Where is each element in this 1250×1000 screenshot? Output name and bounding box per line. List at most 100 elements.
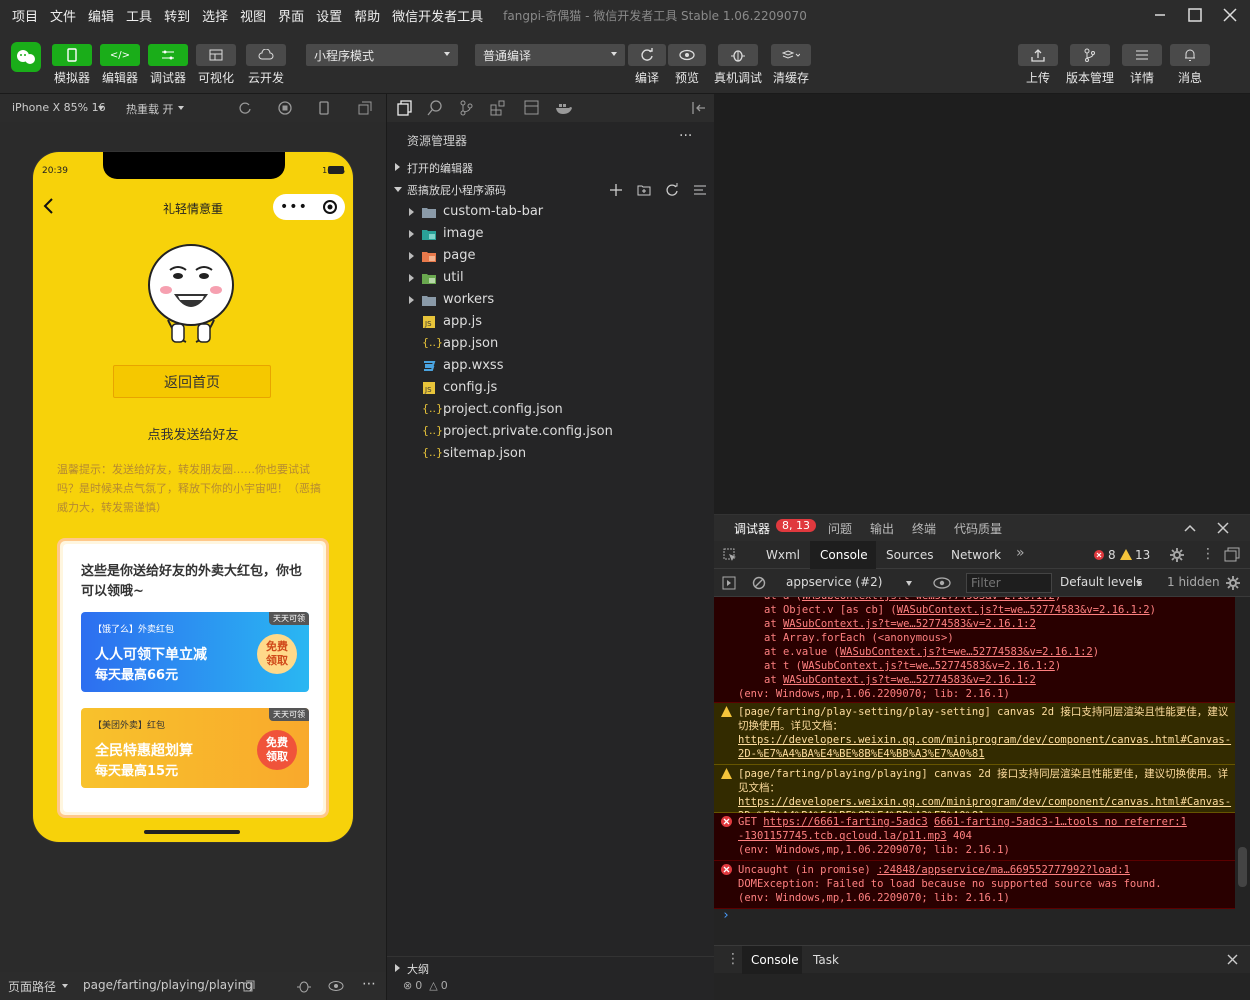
version-button[interactable] [1070, 44, 1110, 66]
meituan-coupon[interactable]: 天天可领 【美团外卖】红包 全民特惠超划算 每天最高15元 免费 领取 [81, 708, 309, 788]
more-icon[interactable]: ⋯ [362, 976, 376, 992]
menu-select[interactable]: 选择 [196, 6, 234, 25]
menu-view[interactable]: 视图 [234, 6, 272, 25]
more-tabs-icon[interactable]: » [1016, 545, 1025, 561]
filter-input[interactable] [966, 573, 1052, 593]
tree-item-custom-tab-bar[interactable]: custom-tab-bar [387, 201, 715, 223]
gear-icon[interactable] [1225, 575, 1241, 591]
cloud-dev-button[interactable] [246, 44, 286, 66]
log-levels-select[interactable]: Default levels [1060, 575, 1142, 589]
menu-interface[interactable]: 界面 [272, 6, 310, 25]
bug-icon[interactable] [296, 979, 312, 993]
search-icon[interactable] [427, 100, 443, 116]
project-section[interactable]: 恶搞放屁小程序源码 [387, 178, 715, 200]
maximize-button[interactable] [1178, 0, 1212, 30]
panel-icon[interactable] [524, 100, 540, 116]
files-icon[interactable] [397, 100, 413, 116]
new-file-icon[interactable] [609, 183, 623, 197]
close-icon[interactable] [1227, 954, 1238, 965]
more-dots-icon[interactable]: ••• [280, 199, 308, 215]
eye-icon[interactable] [933, 577, 951, 589]
tree-item-image[interactable]: image [387, 223, 715, 245]
new-folder-icon[interactable] [637, 183, 651, 197]
close-target-icon[interactable] [322, 199, 338, 215]
mode-select[interactable]: 小程序模式 [306, 44, 458, 66]
warning-count[interactable]: 13 [1135, 548, 1150, 562]
tab-wxml[interactable]: Wxml [766, 548, 800, 562]
source-control-icon[interactable] [459, 100, 473, 116]
tab-terminal[interactable]: 终端 [912, 520, 936, 537]
coupon-claim-button[interactable]: 免费 领取 [257, 634, 297, 674]
avatar[interactable] [11, 42, 41, 72]
page-path-label[interactable]: 页面路径 [8, 978, 56, 995]
open-editors-section[interactable]: 打开的编辑器 [387, 156, 715, 178]
kebab-icon[interactable]: ⋮ [726, 951, 740, 967]
kebab-icon[interactable]: ⋮ [1201, 546, 1215, 562]
eye-icon[interactable] [328, 980, 344, 992]
console-prompt[interactable]: › [722, 909, 730, 923]
editor-toggle[interactable]: </> [100, 44, 140, 66]
copy-icon[interactable] [243, 980, 255, 992]
tree-item-util[interactable]: util [387, 267, 715, 289]
menu-edit[interactable]: 编辑 [82, 6, 120, 25]
capsule-menu[interactable]: ••• [273, 194, 345, 220]
tree-item-config-js[interactable]: JS config.js [387, 377, 715, 399]
send-friend-button[interactable]: 点我发送给好友 [33, 424, 353, 443]
debugger-toggle[interactable] [148, 44, 188, 66]
minimize-button[interactable] [1143, 0, 1177, 30]
tab-debugger[interactable]: 调试器 [734, 520, 770, 537]
messages-button[interactable] [1170, 44, 1210, 66]
back-home-button[interactable]: 返回首页 [113, 365, 271, 398]
problems-status[interactable]: ⊗ 0 △ 0 [403, 979, 448, 992]
drawer-tab-task[interactable]: Task [813, 953, 839, 967]
inspect-icon[interactable] [723, 548, 737, 562]
drawer-tab-console[interactable]: Console [742, 946, 802, 974]
stop-icon[interactable] [278, 101, 292, 115]
preview-button[interactable] [668, 44, 706, 66]
extensions-icon[interactable] [490, 100, 506, 116]
menu-wechat-devtools[interactable]: 微信开发者工具 [386, 6, 489, 25]
collapse-all-icon[interactable] [693, 183, 707, 197]
close-icon[interactable] [1217, 522, 1229, 534]
remote-debug-button[interactable] [718, 44, 758, 66]
eleme-coupon[interactable]: 天天可领 【饿了么】外卖红包 人人可领下单立减 每天最高66元 免费 领取 [81, 612, 309, 692]
upload-button[interactable] [1018, 44, 1058, 66]
tree-item-app-json[interactable]: {..} app.json [387, 333, 715, 355]
hot-reload-select[interactable]: 热重载 开 [126, 101, 174, 117]
outline-section[interactable]: 大纲 [387, 957, 715, 979]
compile-mode-select[interactable]: 普通编译 [475, 44, 625, 66]
tree-item-page[interactable]: page [387, 245, 715, 267]
visual-toggle[interactable] [196, 44, 236, 66]
close-window-button[interactable] [1213, 0, 1247, 30]
menu-settings[interactable]: 设置 [310, 6, 348, 25]
refresh-icon[interactable] [665, 183, 679, 197]
gear-icon[interactable] [1169, 547, 1185, 563]
tab-network[interactable]: Network [951, 548, 1001, 562]
tree-item-workers[interactable]: workers [387, 289, 715, 311]
tab-code-quality[interactable]: 代码质量 [954, 520, 1002, 537]
menu-help[interactable]: 帮助 [348, 6, 386, 25]
details-button[interactable] [1122, 44, 1162, 66]
tree-item-sitemap-json[interactable]: {..} sitemap.json [387, 443, 715, 465]
tab-issues[interactable]: 问题 [828, 520, 852, 537]
tab-output[interactable]: 输出 [870, 520, 894, 537]
menu-project[interactable]: 项目 [6, 6, 44, 25]
tree-item-app-wxss[interactable]: app.wxss [387, 355, 715, 377]
device-select[interactable]: iPhone X 85% 16 [12, 101, 106, 114]
popout-icon[interactable] [358, 101, 372, 115]
clear-console-icon[interactable] [752, 576, 766, 590]
menu-goto[interactable]: 转到 [158, 6, 196, 25]
rotate-icon[interactable] [238, 101, 252, 115]
explorer-more-button[interactable]: ··· [679, 128, 692, 144]
chevron-up-icon[interactable] [1184, 523, 1196, 533]
tree-item-project-config-json[interactable]: {..} project.config.json [387, 399, 715, 421]
coupon-claim-button[interactable]: 免费 领取 [257, 730, 297, 770]
docker-icon[interactable] [555, 100, 573, 116]
menu-file[interactable]: 文件 [44, 6, 82, 25]
context-select[interactable]: appservice (#2) [780, 573, 916, 593]
scrollbar-thumb[interactable] [1238, 847, 1247, 887]
tab-console-active[interactable]: Console [810, 541, 876, 569]
phone-icon[interactable] [318, 101, 330, 115]
collapse-panel-icon[interactable] [691, 101, 707, 115]
menu-tools[interactable]: 工具 [120, 6, 158, 25]
